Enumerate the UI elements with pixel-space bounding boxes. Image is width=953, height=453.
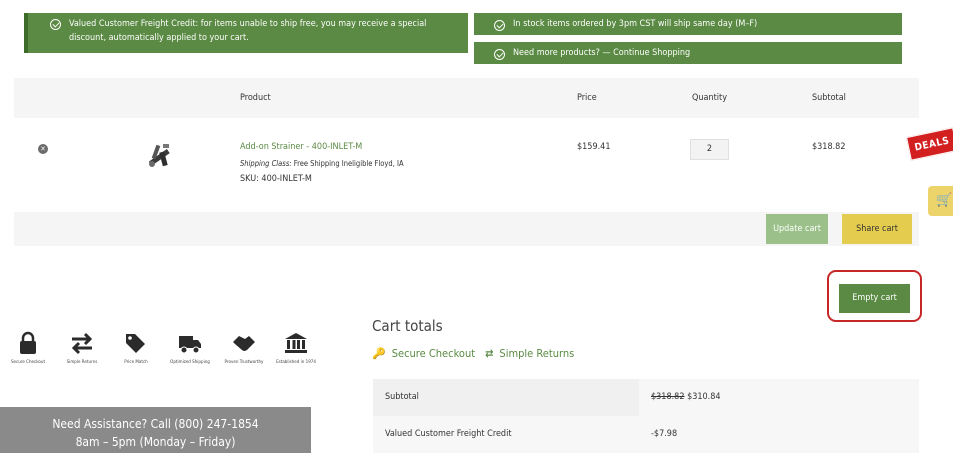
cart-item-row: ✕ Add-on Strainer - 400-INLET-M Shipping… bbox=[14, 118, 919, 206]
totals-value: -$7.98 bbox=[651, 429, 678, 439]
col-quantity: Quantity bbox=[692, 93, 727, 103]
check-circle-icon bbox=[50, 19, 61, 30]
continue-shopping-text[interactable]: Need more products? — Continue Shopping bbox=[513, 46, 690, 60]
shipping-class: Shipping Class: Free Shipping Ineligible… bbox=[240, 159, 404, 168]
check-circle-icon bbox=[494, 48, 505, 60]
trust-badge-established: Established in 1974 bbox=[272, 330, 320, 366]
update-cart-button[interactable]: Update cart bbox=[766, 214, 828, 244]
product-sku: SKU: 400-INLET-M bbox=[240, 174, 312, 184]
cart-totals-table: Subtotal $318.82 $310.84 Valued Customer… bbox=[373, 379, 919, 453]
cart-totals-title: Cart totals bbox=[372, 317, 443, 335]
lock-icon bbox=[20, 331, 36, 354]
new-subtotal: $310.84 bbox=[687, 392, 721, 402]
remove-item-icon[interactable]: ✕ bbox=[38, 144, 48, 154]
trust-label: Optimized Shipping bbox=[170, 360, 210, 365]
item-subtotal: $318.82 bbox=[812, 142, 846, 152]
trust-label: Price Match bbox=[124, 360, 148, 365]
secure-checkout-link[interactable]: Secure Checkout bbox=[392, 347, 475, 360]
trust-badge-trust: Proven Trustworthy bbox=[220, 330, 268, 366]
totals-label: Subtotal bbox=[385, 392, 419, 402]
trust-badge-returns: Simple Returns bbox=[58, 330, 106, 366]
product-thumbnail[interactable] bbox=[142, 140, 176, 174]
empty-cart-button[interactable]: Empty cart bbox=[839, 284, 910, 313]
empty-cart-highlight: Empty cart bbox=[827, 270, 922, 322]
freight-credit-notice: Valued Customer Freight Credit: for item… bbox=[24, 13, 468, 53]
assistance-box: Need Assistance? Call (800) 247-1854 8am… bbox=[0, 407, 311, 453]
same-day-text: In stock items ordered by 3pm CST will s… bbox=[513, 19, 758, 29]
cart-actions-bar: Update cart Share cart bbox=[14, 212, 919, 246]
totals-row-freight-credit: Valued Customer Freight Credit -$7.98 bbox=[373, 416, 919, 453]
bank-icon bbox=[285, 333, 307, 353]
trust-badges: Secure Checkout Simple Returns Price Mat… bbox=[4, 330, 316, 400]
same-day-notice: In stock items ordered by 3pm CST will s… bbox=[474, 13, 902, 35]
truck-icon bbox=[179, 336, 201, 354]
key-icon: 🔑 bbox=[372, 347, 386, 360]
totals-row-subtotal: Subtotal $318.82 $310.84 bbox=[373, 379, 919, 416]
product-name-link[interactable]: Add-on Strainer - 400-INLET-M bbox=[240, 142, 362, 152]
share-cart-button[interactable]: Share cart bbox=[842, 214, 912, 244]
shipping-class-label: Shipping Class: bbox=[240, 159, 292, 168]
cart-page: Valued Customer Freight Credit: for item… bbox=[0, 0, 953, 453]
col-price: Price bbox=[577, 93, 597, 103]
shipping-class-value: Free Shipping Ineligible Floyd, IA bbox=[293, 159, 404, 168]
cart-icon: 🛒 bbox=[936, 193, 953, 208]
freight-credit-text: Valued Customer Freight Credit: for item… bbox=[69, 19, 427, 43]
quantity-input[interactable]: 2 bbox=[690, 139, 729, 160]
old-subtotal: $318.82 bbox=[651, 392, 685, 402]
trust-label: Secure Checkout bbox=[10, 360, 46, 365]
assist-hours: 8am – 5pm (Monday – Friday) bbox=[75, 435, 236, 449]
trust-badge-price: Price Match bbox=[112, 330, 160, 366]
arrows-swap-icon: ⇄ bbox=[485, 347, 494, 360]
check-circle-icon bbox=[494, 19, 505, 31]
trust-badge-secure: Secure Checkout bbox=[4, 330, 52, 366]
trust-label: Established in 1974 bbox=[276, 360, 316, 365]
arrows-swap-icon bbox=[71, 332, 93, 355]
handshake-icon bbox=[233, 336, 255, 351]
tags-icon bbox=[126, 334, 145, 353]
trust-label: Simple Returns bbox=[66, 360, 98, 365]
item-price: $159.41 bbox=[577, 142, 611, 152]
cart-tab[interactable]: 🛒 bbox=[928, 186, 953, 216]
simple-returns-link[interactable]: Simple Returns bbox=[499, 347, 574, 360]
trust-badge-shipping: Optimized Shipping bbox=[166, 330, 214, 366]
totals-label: Valued Customer Freight Credit bbox=[385, 429, 512, 439]
cart-table-header: Product Price Quantity Subtotal bbox=[14, 78, 919, 118]
col-subtotal: Subtotal bbox=[812, 93, 846, 103]
col-product: Product bbox=[240, 93, 271, 103]
trust-label: Proven Trustworthy bbox=[224, 360, 264, 365]
assist-phone[interactable]: Need Assistance? Call (800) 247-1854 bbox=[0, 415, 311, 433]
totals-value: $318.82 $310.84 bbox=[651, 392, 721, 402]
secure-returns-row: 🔑 Secure Checkout ⇄ Simple Returns bbox=[372, 347, 574, 360]
continue-shopping-notice[interactable]: Need more products? — Continue Shopping bbox=[474, 42, 902, 64]
